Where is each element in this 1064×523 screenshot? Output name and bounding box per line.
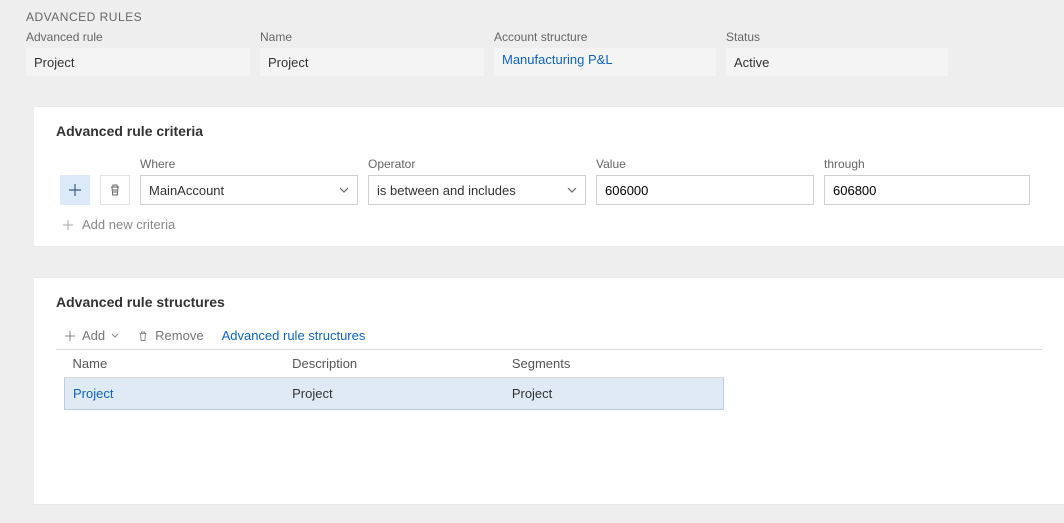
plus-icon [68,183,82,197]
col-name[interactable]: Name [65,350,285,378]
add-label: Add [82,328,105,343]
col-description[interactable]: Description [284,350,504,378]
account-structure-label: Account structure [494,30,716,44]
criteria-title: Advanced rule criteria [56,123,1042,139]
chevron-down-icon [111,333,119,338]
status-label: Status [726,30,948,44]
status-input[interactable] [726,48,948,76]
add-new-criteria-link[interactable]: Add new criteria [62,217,1042,232]
name-label: Name [260,30,484,44]
chevron-down-icon [339,187,349,193]
where-label: Where [140,157,358,171]
where-value: MainAccount [149,183,224,198]
criteria-panel: Advanced rule criteria Where MainAccount [34,106,1064,247]
trash-icon [137,330,149,342]
account-structure-link[interactable]: Manufacturing P&L [494,48,716,76]
structures-title: Advanced rule structures [56,294,1042,310]
through-label: through [824,157,1030,171]
advanced-rule-structures-link[interactable]: Advanced rule structures [222,328,366,343]
plus-icon [62,219,74,231]
value-input[interactable] [596,175,814,205]
row-description: Project [284,378,504,410]
where-select[interactable]: MainAccount [140,175,358,205]
structures-table: Name Description Segments Project Projec… [64,350,724,410]
row-segments: Project [504,378,724,410]
remove-label: Remove [155,328,203,343]
advanced-rule-input[interactable] [26,48,250,76]
through-input[interactable] [824,175,1030,205]
add-new-criteria-label: Add new criteria [82,217,175,232]
trash-icon [108,183,122,197]
table-row[interactable]: Project Project Project [65,378,724,410]
col-segments[interactable]: Segments [504,350,724,378]
advanced-rule-label: Advanced rule [26,30,250,44]
name-input[interactable] [260,48,484,76]
header-fields: Advanced rule Name Account structure Man… [26,30,1064,76]
remove-structure-button[interactable]: Remove [137,328,203,343]
section-title: ADVANCED RULES [26,10,1064,24]
add-criteria-button[interactable] [60,175,90,205]
delete-criteria-button[interactable] [100,175,130,205]
value-label: Value [596,157,814,171]
operator-select[interactable]: is between and includes [368,175,586,205]
add-structure-button[interactable]: Add [64,328,119,343]
plus-icon [64,330,76,342]
chevron-down-icon [567,187,577,193]
operator-value: is between and includes [377,183,516,198]
row-name[interactable]: Project [65,378,285,410]
structures-panel: Advanced rule structures Add Remove Adva… [34,277,1064,505]
operator-label: Operator [368,157,586,171]
